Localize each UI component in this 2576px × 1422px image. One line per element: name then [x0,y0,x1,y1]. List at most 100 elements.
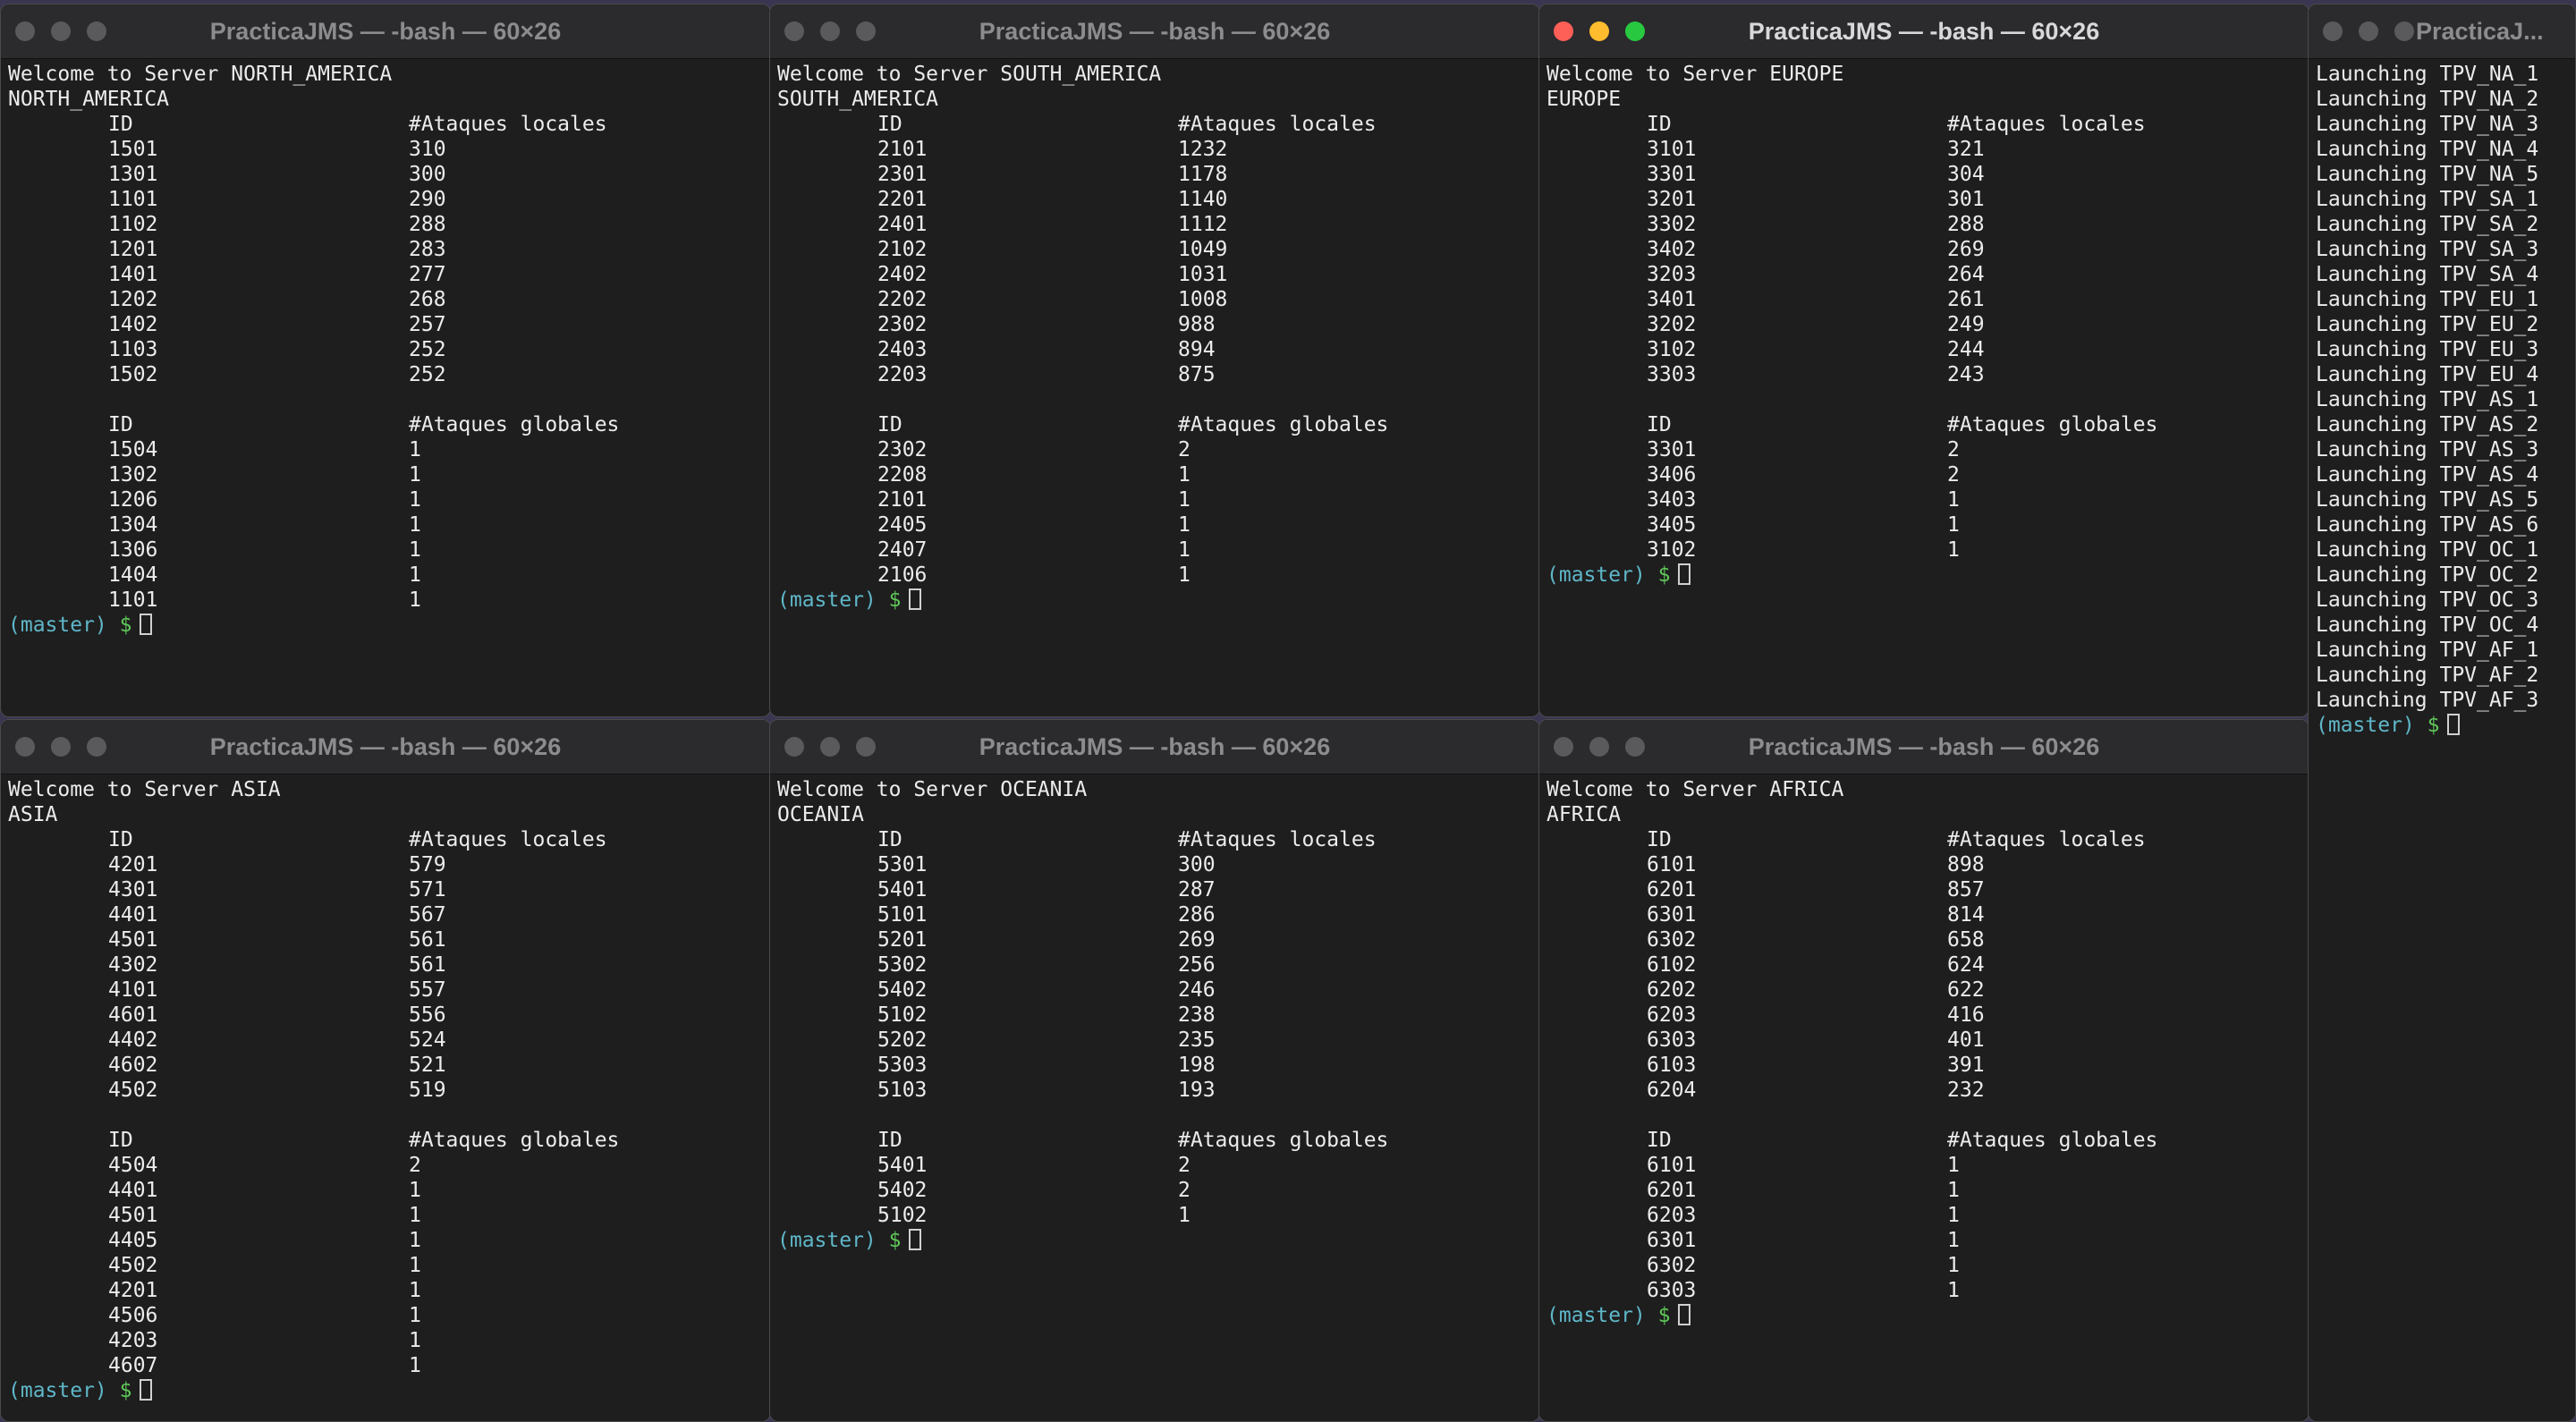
cell-id: 3102 [1647,338,1697,361]
cell-id: 3101 [1647,138,1697,161]
local-attack-row: 4501 561 [8,927,770,952]
local-attack-row: 4402 524 [8,1028,770,1053]
cell-id: ID [108,828,133,851]
title-bar[interactable]: PracticaJ... [2309,4,2575,59]
text-cursor [139,614,152,635]
shell-prompt[interactable]: (master) $ [777,588,1539,613]
title-bar[interactable]: PracticaJMS — -bash — 60×26 [1,720,770,774]
terminal-output[interactable]: Welcome to Server SOUTH_AMERICA SOUTH_AME… [777,62,1539,716]
terminal-window-europe[interactable]: PracticaJMS — -bash — 60×26 Welcome to Se… [1538,4,2309,717]
local-attack-row: 1501 310 [8,137,770,162]
text-cursor [2446,714,2460,735]
terminal-output[interactable]: Launching TPV_NA_1 Launching TPV_NA_2 Laun… [2316,62,2575,1421]
cell-id: 2402 [877,263,928,286]
terminal-output[interactable]: Welcome to Server EUROPE EUROPE ID #Ataques… [1546,62,2309,716]
terminal-window-asia[interactable]: PracticaJMS — -bash — 60×26 Welcome to Se… [0,719,771,1422]
shell-prompt[interactable]: (master) $ [2316,713,2575,738]
prompt-symbol: $ [2427,714,2440,737]
global-attack-row: 5401 2 [777,1153,1539,1178]
cell-count: 1 [409,1329,421,1352]
launch-line: Launching TPV_AS_3 [2316,438,2539,461]
cell-id: 6101 [1647,1154,1697,1177]
launch-line: Launching TPV_OC_3 [2316,588,2539,612]
cell-count: 1 [1947,538,1960,562]
local-attacks-header: ID #Ataques locales [1546,112,2309,137]
prompt-branch: (master) [1546,563,1646,587]
cell-id: 2401 [877,213,928,236]
local-attacks-header: ID #Ataques locales [8,112,770,137]
cell-count: 238 [1178,1003,1216,1027]
cell-id: 3401 [1647,288,1697,311]
cell-id: 5102 [877,1003,928,1027]
window-title: PracticaJ... [2416,18,2544,45]
region-line: NORTH_AMERICA [8,88,170,111]
local-attack-row: 6103 391 [1546,1053,2309,1078]
cell-id: 1101 [108,588,158,612]
terminal-window-launcher[interactable]: PracticaJ... Launching TPV_NA_1 Launching … [2308,4,2576,1422]
cell-count: 1 [409,1229,421,1252]
cell-count: 1 [1947,1154,1960,1177]
local-attacks-header: ID #Ataques locales [1546,827,2309,852]
shell-prompt[interactable]: (master) $ [8,613,770,638]
cell-id: 6203 [1647,1003,1697,1027]
terminal-output[interactable]: Welcome to Server AFRICA AFRICA ID #Ataques… [1546,777,2309,1421]
cell-count: 283 [409,238,446,261]
cell-count: 286 [1178,903,1216,927]
cell-id: ID [108,1129,133,1152]
window-title: PracticaJMS — -bash — 60×26 [1748,733,2100,760]
local-attacks-header: ID #Ataques locales [777,827,1539,852]
shell-prompt[interactable]: (master) $ [1546,1303,2309,1328]
cell-id: 2101 [877,138,928,161]
title-bar[interactable]: PracticaJMS — -bash — 60×26 [1539,4,2309,59]
cell-count: 579 [409,853,446,876]
launch-line: Launching TPV_EU_4 [2316,363,2539,386]
local-attack-row: 1103 252 [8,337,770,362]
cell-count: 988 [1178,313,1216,336]
cell-count: 1 [409,488,421,512]
cell-count: 1 [1178,538,1191,562]
cell-id: ID [877,828,902,851]
cell-count: 1 [409,563,421,587]
cell-count: #Ataques globales [1178,1129,1389,1152]
terminal-window-oceania[interactable]: PracticaJMS — -bash — 60×26 Welcome to Se… [769,719,1540,1422]
cell-count: 561 [409,953,446,977]
terminal-window-north-america[interactable]: PracticaJMS — -bash — 60×26 Welcome to Se… [0,4,771,717]
shell-prompt[interactable]: (master) $ [777,1228,1539,1253]
local-attack-row: 5101 286 [777,902,1539,927]
window-title: PracticaJMS — -bash — 60×26 [209,733,562,760]
region-line: SOUTH_AMERICA [777,88,939,111]
terminal-output[interactable]: Welcome to Server OCEANIA OCEANIA ID #Ataqu… [777,777,1539,1421]
cell-count: 1 [409,463,421,487]
shell-prompt[interactable]: (master) $ [1546,563,2309,588]
title-bar[interactable]: PracticaJMS — -bash — 60×26 [1539,720,2309,774]
title-bar[interactable]: PracticaJMS — -bash — 60×26 [1,4,770,59]
global-attack-row: 4401 1 [8,1178,770,1203]
launch-line: Launching TPV_AF_1 [2316,639,2539,662]
cell-id: 6301 [1647,1229,1697,1252]
local-attack-row: 4401 567 [8,902,770,927]
local-attack-row: 3101 321 [1546,137,2309,162]
cell-id: 1202 [108,288,158,311]
terminal-output[interactable]: Welcome to Server NORTH_AMERICA NORTH_AME… [8,62,770,716]
launch-line: Launching TPV_AF_2 [2316,664,2539,687]
cell-id: 2405 [877,513,928,537]
local-attack-row: 3302 288 [1546,212,2309,237]
shell-prompt[interactable]: (master) $ [8,1378,770,1403]
cell-count: 519 [409,1079,446,1102]
launch-line: Launching TPV_EU_2 [2316,313,2539,336]
cell-id: ID [1647,1129,1672,1152]
local-attack-row: 2403 894 [777,337,1539,362]
prompt-branch: (master) [8,1379,107,1402]
title-bar[interactable]: PracticaJMS — -bash — 60×26 [770,720,1539,774]
local-attacks-header: ID #Ataques locales [8,827,770,852]
welcome-line: Welcome to Server NORTH_AMERICA [8,63,393,86]
local-attack-row: 1401 277 [8,262,770,287]
cell-id: 4601 [108,1003,158,1027]
cell-count: 622 [1947,978,1985,1002]
terminal-window-africa[interactable]: PracticaJMS — -bash — 60×26 Welcome to Se… [1538,719,2309,1422]
local-attack-row: 4601 556 [8,1003,770,1028]
title-bar[interactable]: PracticaJMS — -bash — 60×26 [770,4,1539,59]
cell-id: 5302 [877,953,928,977]
terminal-output[interactable]: Welcome to Server ASIA ASIA ID #Ataques loc… [8,777,770,1421]
terminal-window-south-america[interactable]: PracticaJMS — -bash — 60×26 Welcome to Se… [769,4,1540,717]
